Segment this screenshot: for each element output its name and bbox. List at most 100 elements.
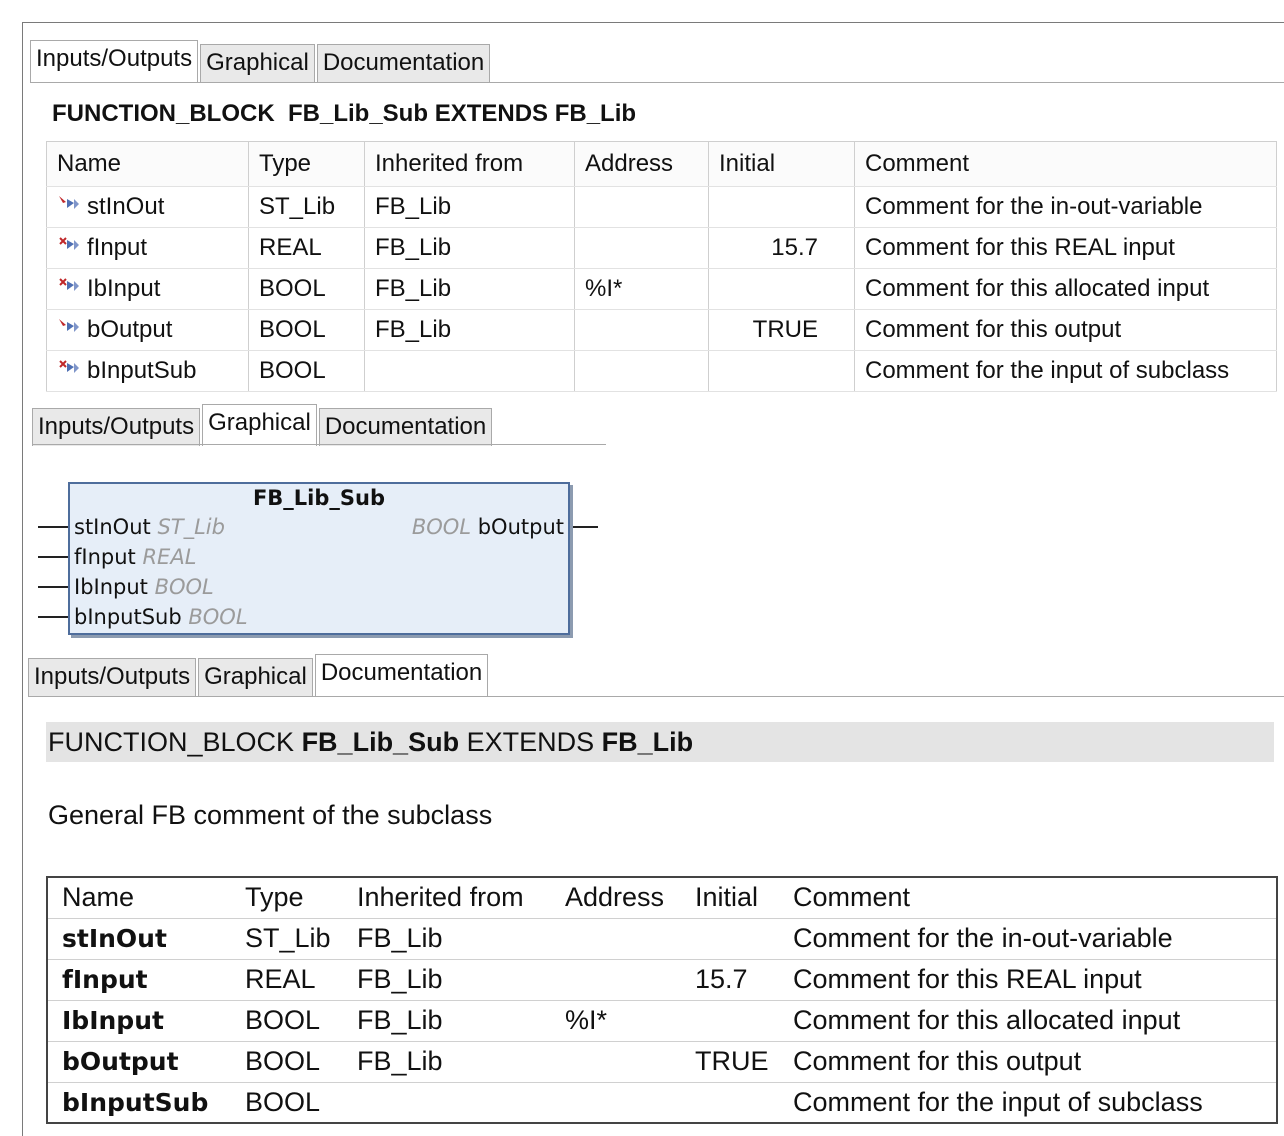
cell-initial[interactable] — [708, 268, 855, 310]
cell-type[interactable]: BOOL — [248, 309, 365, 351]
cell-initial[interactable]: TRUE — [708, 309, 855, 351]
input-pin[interactable]: bInputSub BOOL — [74, 605, 248, 629]
column-header-name[interactable]: Name — [46, 141, 249, 187]
cell-type[interactable]: ST_Lib — [248, 186, 365, 228]
cell-initial[interactable] — [708, 350, 855, 392]
input-wire — [38, 616, 70, 618]
cell-comment[interactable]: Comment for this REAL input — [854, 227, 1277, 269]
tab-documentation[interactable]: Documentation — [314, 654, 489, 696]
doc-column-inherited-from: Inherited from — [343, 877, 551, 919]
cell-address[interactable] — [574, 186, 709, 228]
cell-address[interactable] — [574, 227, 709, 269]
cell-address[interactable] — [574, 309, 709, 351]
doc-cell-initial — [681, 1000, 779, 1042]
input-pin[interactable]: fInput REAL — [74, 545, 196, 569]
base-class-name: FB_Lib — [554, 100, 637, 127]
doc-cell-initial — [681, 1082, 779, 1124]
keyword-function-block: FUNCTION_BLOCK — [48, 727, 295, 757]
doc-cell-name: stInOut — [47, 918, 231, 960]
cell-name[interactable]: IbInput — [46, 268, 249, 310]
grid-row[interactable]: stInOut ST_Lib FB_Lib Comment for the in… — [46, 186, 1277, 228]
tab-graphical[interactable]: Graphical — [202, 404, 317, 446]
column-header-inherited-from[interactable]: Inherited from — [364, 141, 575, 187]
doc-cell-comment: Comment for this allocated input — [779, 1000, 1277, 1042]
doc-header-row: Name Type Inherited from Address Initial… — [47, 877, 1277, 919]
cell-inherited[interactable]: FB_Lib — [364, 186, 575, 228]
input-pin[interactable]: stInOut ST_Lib — [74, 515, 225, 539]
cell-comment[interactable]: Comment for this allocated input — [854, 268, 1277, 310]
column-header-type[interactable]: Type — [248, 141, 365, 187]
function-block-graphic[interactable]: FB_Lib_Sub stInOut ST_Lib fInput REAL Ib… — [68, 482, 570, 635]
tab-underline — [32, 444, 606, 445]
keyword-extends: EXTENDS — [466, 727, 595, 757]
tab-inputs-outputs[interactable]: Inputs/Outputs — [32, 408, 201, 446]
doc-cell-initial — [681, 918, 779, 960]
grid-row[interactable]: IbInput BOOL FB_Lib %I* Comment for this… — [46, 268, 1277, 310]
cell-address[interactable]: %I* — [574, 268, 709, 310]
cell-initial[interactable]: 15.7 — [708, 227, 855, 269]
block-name: FB_Lib_Sub — [288, 100, 429, 127]
cell-type[interactable]: BOOL — [248, 350, 365, 392]
cell-initial[interactable] — [708, 186, 855, 228]
doc-declaration-header: FUNCTION_BLOCK FB_Lib_Sub EXTENDS FB_Lib — [46, 722, 1274, 762]
cell-name[interactable]: bOutput — [46, 309, 249, 351]
cell-inherited[interactable]: FB_Lib — [364, 227, 575, 269]
grid-header-row: Name Type Inherited from Address Initial… — [46, 141, 1277, 187]
output-wire — [568, 526, 598, 528]
documentation-table: Name Type Inherited from Address Initial… — [46, 876, 1278, 1124]
cell-comment[interactable]: Comment for the in-out-variable — [854, 186, 1277, 228]
doc-column-type: Type — [231, 877, 343, 919]
tab-inputs-outputs[interactable]: Inputs/Outputs — [28, 658, 197, 696]
column-header-initial[interactable]: Initial — [708, 141, 855, 187]
tab-graphical[interactable]: Graphical — [200, 44, 315, 82]
cell-type[interactable]: BOOL — [248, 268, 365, 310]
doc-row: IbInput BOOL FB_Lib %I* Comment for this… — [47, 1000, 1277, 1042]
input-variable-icon — [57, 357, 87, 385]
base-class-name: FB_Lib — [601, 727, 694, 757]
tabbar-1: Inputs/Outputs Graphical Documentation — [30, 40, 492, 82]
doc-cell-type: BOOL — [231, 1000, 343, 1042]
doc-column-comment: Comment — [779, 877, 1277, 919]
tab-inputs-outputs[interactable]: Inputs/Outputs — [30, 40, 199, 82]
doc-cell-name: IbInput — [47, 1000, 231, 1042]
cell-comment[interactable]: Comment for the input of subclass — [854, 350, 1277, 392]
column-header-address[interactable]: Address — [574, 141, 709, 187]
grid-row[interactable]: bInputSub BOOL Comment for the input of … — [46, 350, 1277, 392]
grid-row[interactable]: bOutput BOOL FB_Lib TRUE Comment for thi… — [46, 309, 1277, 351]
tab-documentation[interactable]: Documentation — [318, 408, 493, 446]
input-pin[interactable]: IbInput BOOL — [74, 575, 214, 599]
general-comment: General FB comment of the subclass — [48, 800, 493, 830]
cell-inherited[interactable]: FB_Lib — [364, 268, 575, 310]
output-pin[interactable]: BOOL bOutput — [412, 515, 564, 539]
tab-underline — [28, 696, 1284, 697]
doc-column-address: Address — [551, 877, 681, 919]
variables-grid: Name Type Inherited from Address Initial… — [46, 141, 1277, 392]
input-wire — [38, 526, 70, 528]
doc-column-name: Name — [47, 877, 231, 919]
doc-cell-address — [551, 959, 681, 1001]
keyword-function-block: FUNCTION_BLOCK — [52, 100, 275, 127]
cell-name[interactable]: fInput — [46, 227, 249, 269]
tab-documentation[interactable]: Documentation — [316, 44, 491, 82]
doc-row: stInOut ST_Lib FB_Lib Comment for the in… — [47, 918, 1277, 960]
input-variable-icon — [57, 234, 87, 262]
cell-name[interactable]: stInOut — [46, 186, 249, 228]
inout-variable-icon — [57, 193, 87, 221]
tabbar-2: Inputs/Outputs Graphical Documentation — [32, 404, 494, 446]
doc-cell-comment: Comment for the input of subclass — [779, 1082, 1277, 1124]
tab-graphical[interactable]: Graphical — [198, 658, 313, 696]
cell-inherited[interactable] — [364, 350, 575, 392]
cell-inherited[interactable]: FB_Lib — [364, 309, 575, 351]
grid-row[interactable]: fInput REAL FB_Lib 15.7 Comment for this… — [46, 227, 1277, 269]
cell-type[interactable]: REAL — [248, 227, 365, 269]
column-header-comment[interactable]: Comment — [854, 141, 1277, 187]
doc-cell-inherited: FB_Lib — [343, 959, 551, 1001]
cell-comment[interactable]: Comment for this output — [854, 309, 1277, 351]
doc-cell-address: %I* — [551, 1000, 681, 1042]
cell-address[interactable] — [574, 350, 709, 392]
doc-cell-name: bInputSub — [47, 1082, 231, 1124]
cell-name[interactable]: bInputSub — [46, 350, 249, 392]
doc-cell-initial: 15.7 — [681, 959, 779, 1001]
doc-cell-inherited: FB_Lib — [343, 1041, 551, 1083]
input-wire — [38, 556, 70, 558]
